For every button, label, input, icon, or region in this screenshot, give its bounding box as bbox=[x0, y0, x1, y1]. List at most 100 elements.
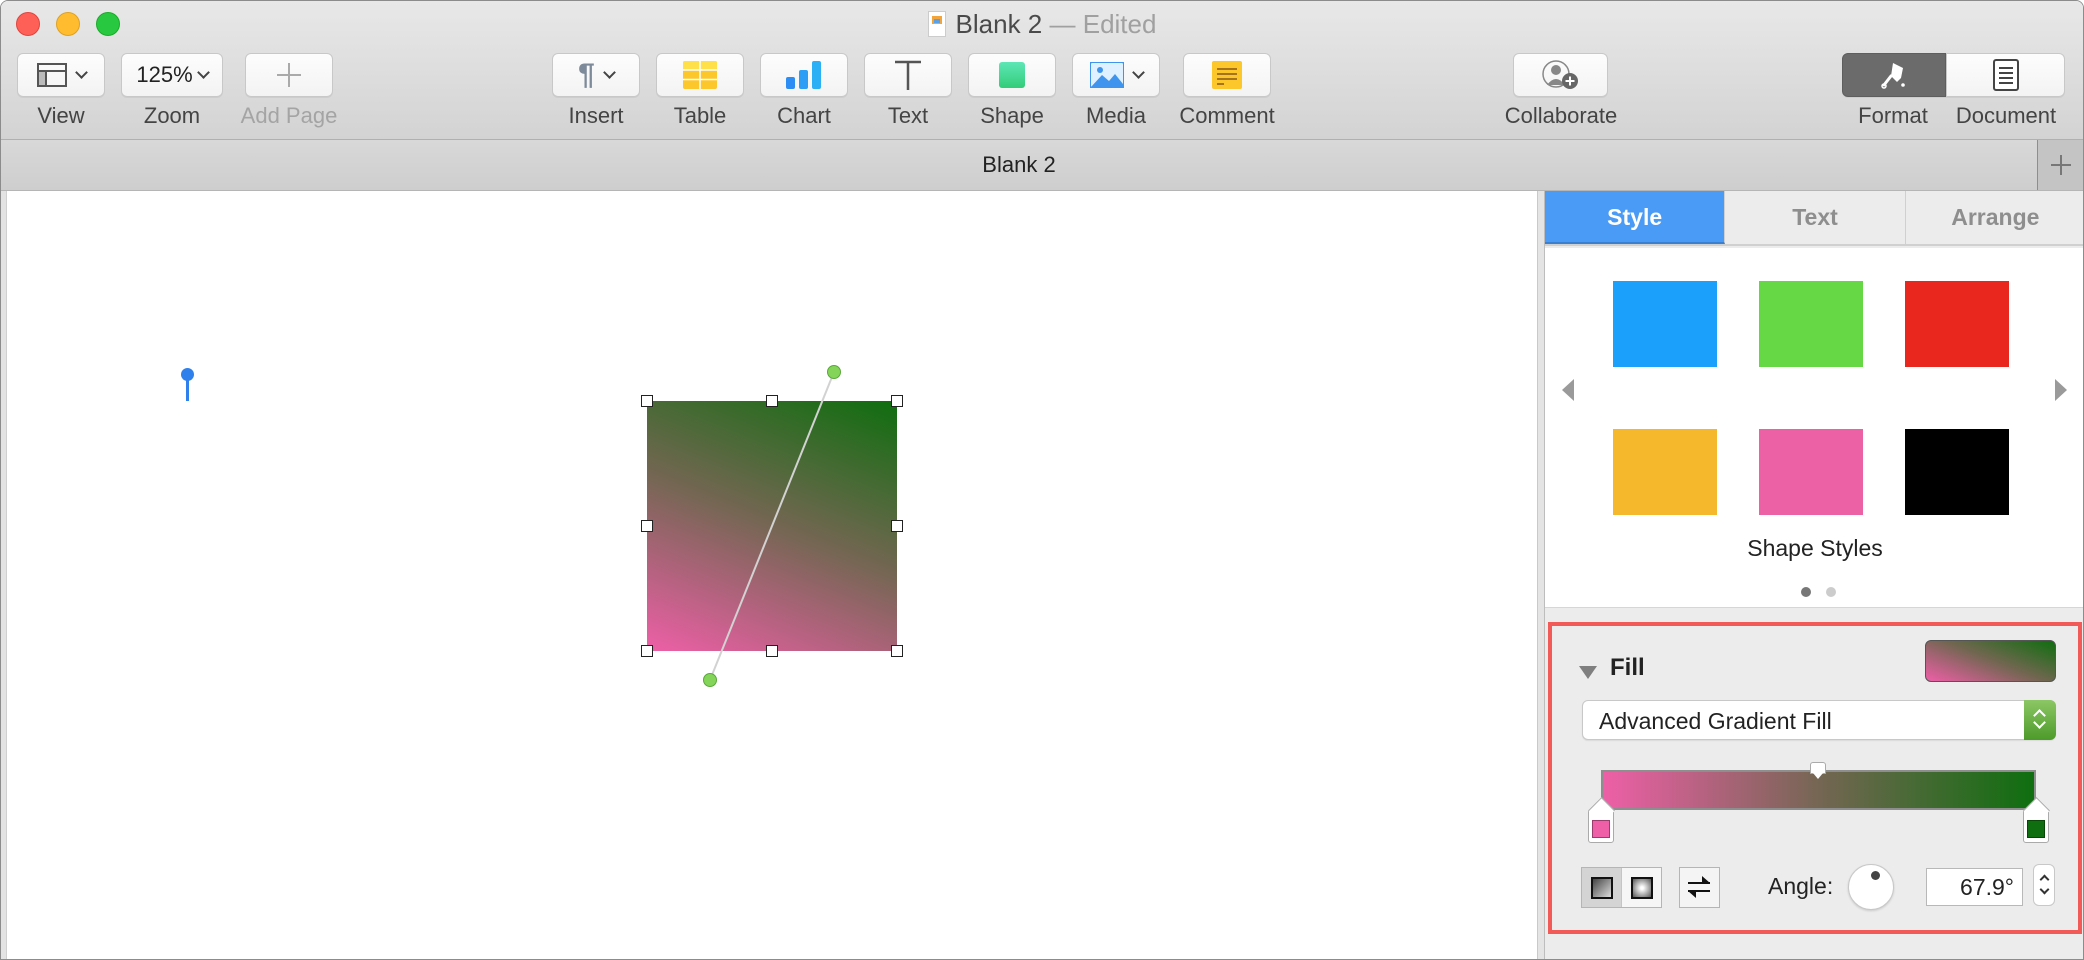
document-tab-bar: Blank 2 bbox=[1, 140, 2083, 191]
linear-gradient-icon bbox=[1590, 876, 1613, 899]
style-swatch-red[interactable] bbox=[1905, 281, 2009, 367]
text-button[interactable] bbox=[864, 53, 952, 97]
zoom-label: Zoom bbox=[143, 103, 201, 128]
gradient-stop-end[interactable] bbox=[2023, 809, 2049, 843]
resize-handle-top-right[interactable] bbox=[891, 395, 903, 407]
chevron-down-icon bbox=[74, 65, 88, 79]
resize-handle-left[interactable] bbox=[641, 520, 653, 532]
radial-gradient-button[interactable] bbox=[1621, 868, 1661, 907]
next-styles-arrow-icon[interactable] bbox=[2055, 379, 2067, 401]
comment-label: Comment bbox=[1179, 103, 1275, 128]
gradient-stop-start[interactable] bbox=[1588, 809, 1614, 843]
gradient-rectangle-shape[interactable] bbox=[647, 401, 897, 651]
text-insertion-cursor-line bbox=[186, 377, 189, 401]
stop-color-chip bbox=[1592, 820, 1610, 838]
angle-stepper[interactable] bbox=[2033, 864, 2055, 906]
comment-note-icon bbox=[1212, 61, 1242, 89]
gradient-start-handle[interactable] bbox=[703, 673, 717, 687]
style-swatch-pink[interactable] bbox=[1759, 429, 1863, 515]
document-button[interactable] bbox=[1946, 53, 2065, 97]
stepper-up-icon[interactable] bbox=[2039, 874, 2050, 885]
chevron-down-icon bbox=[1131, 65, 1145, 79]
media-label: Media bbox=[1086, 103, 1146, 128]
view-label: View bbox=[37, 103, 85, 128]
zoom-value: 125% bbox=[136, 62, 193, 87]
swap-arrows-icon bbox=[1688, 876, 1710, 898]
shape-styles-label: Shape Styles bbox=[1747, 535, 1883, 561]
new-tab-button[interactable] bbox=[2037, 140, 2083, 190]
stepper-down-icon[interactable] bbox=[2039, 884, 2050, 895]
shape-styles-panel: Shape Styles bbox=[1545, 248, 2083, 608]
insert-button[interactable]: ¶ bbox=[552, 53, 640, 97]
radial-gradient-icon bbox=[1630, 876, 1653, 899]
collaborate-button[interactable] bbox=[1513, 53, 1608, 97]
angle-input[interactable]: 67.9° bbox=[1926, 868, 2023, 906]
table-icon bbox=[683, 61, 717, 89]
format-sidebar: Style Text Arrange Shape Styles Fill Adv… bbox=[1545, 191, 2083, 959]
add-page-button[interactable] bbox=[245, 53, 333, 97]
document-label: Document bbox=[1955, 103, 2057, 128]
stop-color-chip bbox=[2027, 820, 2045, 838]
table-button[interactable] bbox=[656, 53, 744, 97]
page-indicator-dot-2[interactable] bbox=[1826, 587, 1836, 597]
chevron-down-icon bbox=[196, 65, 210, 79]
fill-type-value: Advanced Gradient Fill bbox=[1599, 708, 1832, 734]
image-icon bbox=[1089, 62, 1124, 88]
fill-color-well[interactable] bbox=[1925, 640, 2056, 682]
tab-arrange[interactable]: Arrange bbox=[1905, 191, 2083, 244]
style-swatch-yellow[interactable] bbox=[1613, 429, 1717, 515]
canvas-divider[interactable] bbox=[1537, 191, 1545, 959]
gradient-type-control bbox=[1581, 867, 1662, 908]
zoom-dropdown[interactable]: 125% bbox=[121, 53, 223, 97]
canvas-left-edge bbox=[1, 191, 7, 959]
resize-handle-bottom-left[interactable] bbox=[641, 645, 653, 657]
style-swatch-green[interactable] bbox=[1759, 281, 1863, 367]
swap-colors-button[interactable] bbox=[1679, 867, 1720, 908]
plus-icon bbox=[277, 63, 301, 87]
format-button[interactable] bbox=[1842, 53, 1946, 97]
style-swatch-blue[interactable] bbox=[1613, 281, 1717, 367]
gradient-end-handle[interactable] bbox=[827, 365, 841, 379]
angle-dial-knob bbox=[1871, 871, 1880, 880]
previous-styles-arrow-icon[interactable] bbox=[1562, 379, 1574, 401]
shape-label: Shape bbox=[980, 103, 1044, 128]
comment-button[interactable] bbox=[1183, 53, 1271, 97]
document-name: Blank 2 bbox=[955, 9, 1043, 39]
resize-handle-right[interactable] bbox=[891, 520, 903, 532]
text-label: Text bbox=[887, 103, 929, 128]
media-button[interactable] bbox=[1072, 53, 1160, 97]
angle-label: Angle: bbox=[1768, 873, 1834, 899]
window-title: Blank 2 — Edited bbox=[1, 8, 2083, 40]
bar-chart-icon bbox=[786, 61, 821, 89]
paintbrush-icon bbox=[1881, 63, 1905, 89]
fill-section: Fill Advanced Gradient Fill Angle: 67.9° bbox=[1548, 622, 2082, 934]
view-button[interactable] bbox=[17, 53, 105, 97]
format-label: Format bbox=[1858, 103, 1928, 128]
edited-status: — Edited bbox=[1042, 9, 1157, 39]
resize-handle-top[interactable] bbox=[766, 395, 778, 407]
text-t-icon bbox=[895, 60, 921, 90]
document-icon bbox=[1992, 59, 2019, 91]
chart-label: Chart bbox=[777, 103, 831, 128]
shape-button[interactable] bbox=[968, 53, 1056, 97]
fill-title: Fill bbox=[1610, 654, 1645, 681]
page-indicator-dot-1[interactable] bbox=[1801, 587, 1811, 597]
tab-blank-2[interactable]: Blank 2 bbox=[1, 140, 2037, 190]
insert-label: Insert bbox=[568, 103, 624, 128]
style-swatch-black[interactable] bbox=[1905, 429, 2009, 515]
tab-text[interactable]: Text bbox=[1725, 191, 1906, 244]
table-label: Table bbox=[673, 103, 727, 128]
chart-button[interactable] bbox=[760, 53, 848, 97]
resize-handle-bottom-right[interactable] bbox=[891, 645, 903, 657]
disclosure-triangle-icon[interactable] bbox=[1579, 666, 1597, 679]
angle-dial[interactable] bbox=[1848, 864, 1894, 910]
chevron-down-icon bbox=[602, 65, 616, 79]
sidebar-layout-icon bbox=[36, 63, 67, 87]
collaborate-label: Collaborate bbox=[1504, 103, 1618, 128]
resize-handle-bottom[interactable] bbox=[766, 645, 778, 657]
linear-gradient-button[interactable] bbox=[1582, 868, 1621, 907]
tab-style[interactable]: Style bbox=[1545, 191, 1726, 244]
resize-handle-top-left[interactable] bbox=[641, 395, 653, 407]
gradient-midpoint-handle[interactable] bbox=[1810, 762, 1826, 779]
fill-type-select[interactable]: Advanced Gradient Fill bbox=[1582, 700, 2056, 740]
